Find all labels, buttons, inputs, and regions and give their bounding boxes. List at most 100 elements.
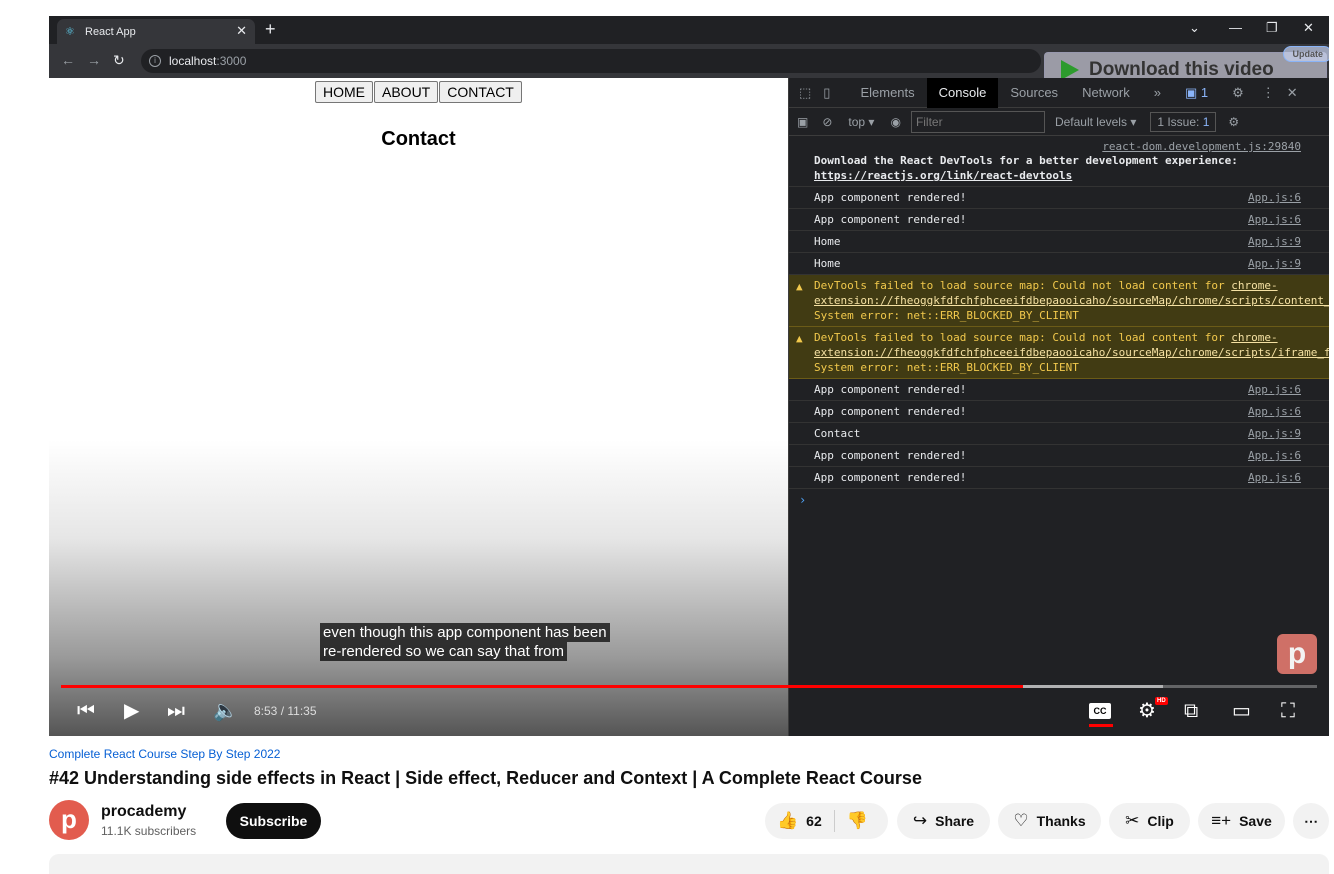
device-toggle-icon[interactable]: ▯ [817,78,848,108]
reload-icon[interactable]: ↻ [113,52,125,69]
browser-tab-bar: ⚛ React App ✕ + ⌄ — ❐ ✕ [49,16,1329,44]
new-tab-icon[interactable]: + [265,19,276,40]
console-prompt[interactable]: › [789,489,1329,511]
thanks-button[interactable]: ♡ Thanks [998,803,1101,839]
subscribe-button[interactable]: Subscribe [226,803,321,839]
console-link[interactable]: https://reactjs.org/link/react-devtools [814,169,1072,182]
tab-sources[interactable]: Sources [998,78,1070,108]
clip-label: Clip [1147,813,1174,829]
playlist-link[interactable]: Complete React Course Step By Step 2022 [49,747,280,761]
volume-icon[interactable]: 🔈 [213,700,238,722]
share-button[interactable]: ↪ Share [897,803,990,839]
source-link[interactable]: react-dom.development.js:29840 [1102,139,1301,154]
more-actions-button[interactable]: ⋯ [1293,803,1329,839]
fullscreen-icon[interactable]: ⛶ [1281,700,1295,722]
source-link[interactable]: App.js:6 [1248,382,1301,397]
console-message: Download the React DevTools for a better… [789,136,1329,187]
url-host: localhost [169,54,217,68]
close-tab-icon[interactable]: ✕ [236,23,247,39]
filter-input[interactable]: Filter [910,110,1045,133]
console-text: DevTools failed to load source map: Coul… [814,279,1232,292]
source-link[interactable]: App.js:6 [1248,470,1301,485]
source-link[interactable]: App.js:9 [1248,256,1301,271]
previous-icon[interactable]: ⏮ [77,700,95,722]
next-icon[interactable]: ⏭ [167,700,185,722]
warning-icon: ▲ [796,280,803,293]
tab-network[interactable]: Network [1070,78,1142,108]
video-player[interactable]: ⚛ React App ✕ + ⌄ — ❐ ✕ ← → ↻ i localhos… [49,16,1329,736]
progress-bar[interactable] [61,685,1317,688]
badge-count: 1 [1200,84,1209,100]
avatar[interactable]: p [49,800,89,840]
context-select[interactable]: top ▾ [848,115,874,129]
contact-button[interactable]: CONTACT [439,81,522,103]
captions-icon[interactable]: CC [1089,703,1111,719]
channel-name[interactable]: procademy [101,803,186,821]
divider [833,810,835,832]
source-link[interactable]: App.js:9 [1248,426,1301,441]
chevron-down-icon[interactable]: ⌄ [1189,20,1200,36]
console-text: Contact [814,427,861,440]
minimize-icon[interactable]: — [1229,20,1242,35]
console-settings-icon[interactable]: ⚙ [1228,115,1239,129]
settings-icon[interactable]: ⚙ [1138,700,1156,722]
console-message: Home App.js:9 [789,231,1329,253]
console-message: App component rendered! App.js:6 [789,187,1329,209]
browser-tab[interactable]: ⚛ React App ✕ [57,19,255,44]
home-button[interactable]: HOME [315,81,373,103]
sidebar-toggle-icon[interactable]: ▣ [797,115,808,129]
channel-watermark-logo[interactable]: p [1277,634,1317,674]
messages-badge[interactable]: ▣ 1 [1173,78,1220,108]
save-playlist-icon: ≡+ [1211,811,1232,830]
console-message: App component rendered! App.js:6 [789,445,1329,467]
close-window-icon[interactable]: ✕ [1303,20,1314,36]
back-icon[interactable]: ← [61,52,75,68]
source-link[interactable]: App.js:6 [1248,212,1301,227]
issues-button[interactable]: 1 Issue: 1 [1150,111,1217,132]
save-label: Save [1239,813,1272,829]
maximize-icon[interactable]: ❐ [1266,20,1278,36]
gear-icon[interactable]: ⚙ [1220,78,1256,108]
console-message: App component rendered! App.js:6 [789,209,1329,231]
subscriber-count: 11.1K subscribers [101,824,197,838]
source-link[interactable]: App.js:6 [1248,448,1301,463]
update-button[interactable]: Update [1283,46,1329,62]
console-message: Home App.js:9 [789,253,1329,275]
tab-elements[interactable]: Elements [848,78,926,108]
kebab-menu-icon[interactable]: ⋮ [1256,78,1281,108]
save-button[interactable]: ≡+ Save [1198,803,1285,839]
console-log: Download the React DevTools for a better… [789,136,1329,489]
levels-select[interactable]: Default levels ▾ [1055,115,1136,129]
thumbs-down-icon[interactable]: 👎 [847,811,868,831]
tab-console[interactable]: Console [926,77,999,108]
info-icon[interactable]: i [149,55,161,67]
close-devtools-icon[interactable]: ✕ [1281,78,1304,108]
thumbs-up-icon[interactable]: 👍 [777,811,798,831]
forward-icon[interactable]: → [87,52,101,68]
eye-icon[interactable]: ◉ [890,115,900,129]
more-tabs-icon[interactable]: » [1142,78,1173,108]
about-button[interactable]: ABOUT [374,81,439,103]
time-display: 8:53 / 11:35 [254,704,317,718]
clip-button[interactable]: ✂ Clip [1109,803,1190,839]
url-port: :3000 [216,54,247,68]
console-text: Home [814,257,841,270]
tab-title: React App [85,25,136,38]
description-box[interactable] [49,854,1329,874]
source-link[interactable]: App.js:6 [1248,190,1301,205]
hd-badge: HD [1155,697,1168,705]
url-field[interactable]: i localhost:3000 [141,49,1041,73]
clear-console-icon[interactable]: ⊘ [822,115,832,129]
play-button-icon[interactable]: ▶ [124,700,139,722]
caption-line-2: re-rendered so we can say that from [320,642,567,661]
source-link[interactable]: App.js:9 [1248,234,1301,249]
like-count[interactable]: 62 [806,813,822,829]
source-link[interactable]: App.js:6 [1248,404,1301,419]
miniplayer-icon[interactable]: ⧉ [1184,700,1198,722]
console-text: App component rendered! [814,191,967,204]
player-controls: ⏮ ▶ ⏭ 🔈 8:53 / 11:35 CC ⚙ HD ⧉ ▭ ⛶ [49,692,1329,732]
inspect-icon[interactable]: ⬚ [789,78,817,108]
console-warning: ▲ DevTools failed to load source map: Cou… [789,327,1329,379]
theater-mode-icon[interactable]: ▭ [1232,700,1251,722]
devtools-tabs: ⬚ ▯ Elements Console Sources Network » ▣… [789,77,1329,108]
